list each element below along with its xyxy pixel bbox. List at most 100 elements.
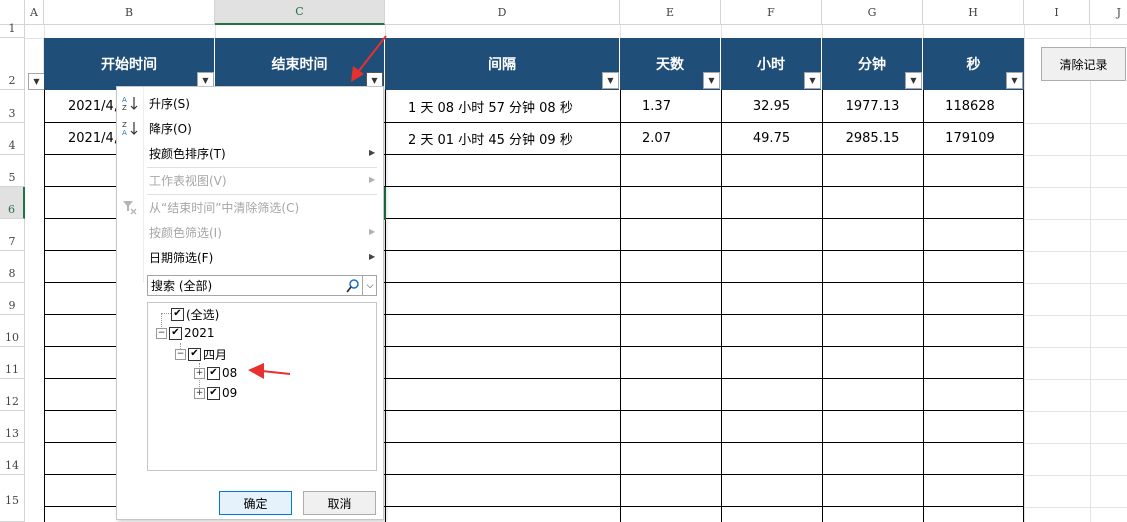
- menu-item-sort-asc[interactable]: A Z 升序(S): [117, 91, 383, 115]
- header-start-time[interactable]: 开始时间: [44, 38, 215, 90]
- cell-days[interactable]: 1.37: [620, 90, 693, 122]
- cell-start[interactable]: 2021/4,: [68, 90, 118, 122]
- row-header-5[interactable]: 5: [0, 155, 25, 187]
- col-header-d[interactable]: D: [385, 0, 620, 25]
- col-header-h[interactable]: H: [923, 0, 1024, 25]
- sheet-view-label: 工作表视图(V): [149, 173, 227, 188]
- cell-days[interactable]: 2.07: [620, 122, 693, 154]
- filter-dropdown-interval[interactable]: ▼: [602, 72, 619, 89]
- cell-minutes[interactable]: 2985.15: [822, 122, 923, 154]
- search-dropdown-button[interactable]: ⌵: [362, 275, 377, 296]
- month-label: 四月: [203, 348, 228, 362]
- expand-icon[interactable]: +: [194, 387, 205, 399]
- row-header-15[interactable]: 15: [0, 475, 25, 522]
- svg-text:Z: Z: [122, 104, 127, 112]
- row-header-11[interactable]: 11: [0, 347, 25, 379]
- gridline: [1024, 251, 1127, 252]
- sort-asc-label: 升序(S): [149, 96, 190, 111]
- date-filter-label: 日期筛选(F): [149, 250, 214, 265]
- filter-dropdown-days[interactable]: ▼: [703, 72, 720, 89]
- menu-item-sort-color[interactable]: 按颜色排序(T) ▶: [117, 141, 383, 165]
- row-header-4[interactable]: 4: [0, 123, 25, 155]
- gridline: [1024, 123, 1127, 124]
- svg-text:A: A: [122, 96, 127, 104]
- svg-text:A: A: [122, 129, 127, 137]
- row-header-2[interactable]: 2: [0, 38, 25, 90]
- col-header-g[interactable]: G: [822, 0, 923, 25]
- tree-item-year[interactable]: − ✔ 2021: [156, 326, 215, 340]
- col-header-c[interactable]: C: [215, 0, 385, 25]
- row-header-10[interactable]: 10: [0, 315, 25, 347]
- tree-item-day-09[interactable]: + ✔ 09: [194, 386, 237, 400]
- gridline: [1024, 219, 1127, 220]
- cell-hours[interactable]: 49.75: [721, 122, 822, 154]
- col-header-i[interactable]: I: [1024, 0, 1090, 25]
- gridline: [385, 25, 386, 38]
- checkbox-checked-icon[interactable]: ✔: [169, 326, 182, 340]
- day-label: 08: [222, 366, 238, 380]
- cell-minutes[interactable]: 1977.13: [822, 90, 923, 122]
- gridline: [44, 25, 45, 38]
- gridline: [620, 25, 621, 38]
- gridline: [1024, 155, 1127, 156]
- sort-desc-icon: Z A: [121, 119, 139, 137]
- row-header-6[interactable]: 6: [0, 187, 25, 219]
- filter-dropdown-seconds[interactable]: ▼: [1006, 72, 1023, 89]
- menu-item-sort-desc[interactable]: Z A 降序(O): [117, 116, 383, 140]
- ok-button[interactable]: 确定: [219, 491, 292, 515]
- row-header-13[interactable]: 13: [0, 411, 25, 443]
- header-start-time-label: 开始时间: [101, 57, 157, 73]
- filter-color-label: 按颜色筛选(I): [149, 225, 222, 240]
- header-end-time-label: 结束时间: [271, 57, 328, 73]
- row-header-3[interactable]: 3: [0, 90, 25, 123]
- search-input[interactable]: 搜索 (全部): [151, 277, 212, 294]
- submenu-arrow-icon: ▶: [369, 175, 376, 184]
- checkbox-checked-icon[interactable]: ✔: [188, 348, 201, 361]
- expand-icon[interactable]: +: [194, 367, 205, 379]
- col-header-j[interactable]: J: [1090, 0, 1127, 25]
- clear-records-button[interactable]: 清除记录: [1041, 47, 1126, 81]
- header-interval[interactable]: 间隔: [385, 38, 620, 90]
- row-header-12[interactable]: 12: [0, 379, 25, 411]
- gridline: [721, 25, 722, 38]
- year-label: 2021: [184, 326, 215, 340]
- header-days-label: 天数: [656, 57, 684, 73]
- row-header-14[interactable]: 14: [0, 443, 25, 475]
- checkbox-checked-icon[interactable]: ✔: [207, 386, 220, 400]
- col-header-f[interactable]: F: [721, 0, 822, 25]
- collapse-icon[interactable]: −: [175, 349, 186, 360]
- header-minutes-label: 分钟: [858, 57, 886, 73]
- submenu-arrow-icon: ▶: [369, 227, 376, 236]
- cell-seconds[interactable]: 179109: [923, 122, 1017, 154]
- collapse-icon[interactable]: −: [156, 327, 167, 339]
- search-icon[interactable]: [345, 278, 361, 294]
- col-header-e[interactable]: E: [620, 0, 721, 25]
- row-header-1[interactable]: 1: [0, 22, 25, 38]
- tree-item-month[interactable]: − ✔ 四月: [175, 346, 227, 363]
- filter-dropdown-hours[interactable]: ▼: [804, 72, 821, 89]
- filter-dropdown-a[interactable]: ▼: [28, 73, 45, 90]
- menu-item-date-filter[interactable]: 日期筛选(F) ▶: [117, 245, 383, 269]
- search-box[interactable]: 搜索 (全部) ⌵: [147, 275, 377, 296]
- col-header-b[interactable]: B: [44, 0, 215, 25]
- cell-interval[interactable]: 1 天 08 小时 57 分钟 08 秒: [408, 90, 573, 122]
- row-header-9[interactable]: 9: [0, 283, 25, 315]
- checkbox-checked-icon[interactable]: ✔: [171, 308, 184, 321]
- tree-item-select-all[interactable]: ✔ (全选): [171, 306, 219, 323]
- menu-item-sheet-view: 工作表视图(V) ▶: [117, 168, 383, 192]
- header-interval-label: 间隔: [488, 57, 516, 73]
- row-header-8[interactable]: 8: [0, 251, 25, 283]
- cell-seconds[interactable]: 118628: [923, 90, 1017, 122]
- row-header-7[interactable]: 7: [0, 219, 25, 251]
- tree-item-day-08[interactable]: + ✔ 08: [194, 366, 237, 380]
- col-header-a[interactable]: A: [25, 0, 44, 25]
- gridline: [1024, 475, 1127, 476]
- header-end-time[interactable]: 结束时间: [215, 38, 385, 90]
- cell-interval[interactable]: 2 天 01 小时 45 分钟 09 秒: [408, 122, 573, 154]
- cell-hours[interactable]: 32.95: [721, 90, 822, 122]
- sort-desc-label: 降序(O): [149, 121, 192, 136]
- cancel-button[interactable]: 取消: [303, 491, 376, 515]
- checkbox-checked-icon[interactable]: ✔: [207, 366, 220, 380]
- cell-start[interactable]: 2021/4,: [68, 122, 118, 154]
- filter-dropdown-minutes[interactable]: ▼: [905, 72, 922, 89]
